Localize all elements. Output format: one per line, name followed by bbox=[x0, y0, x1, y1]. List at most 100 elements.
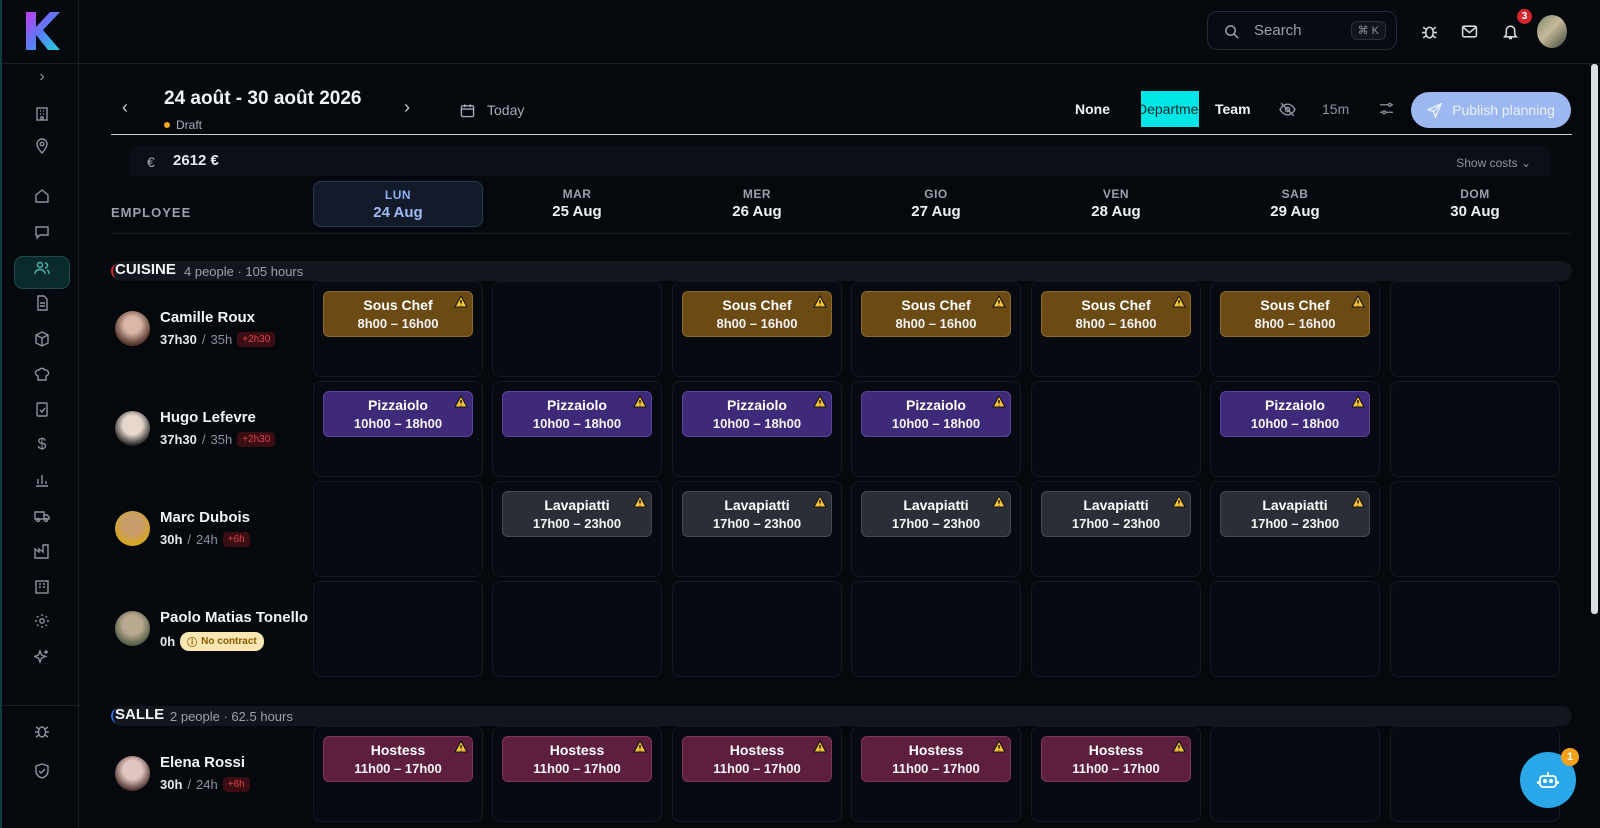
app-logo[interactable] bbox=[24, 12, 60, 50]
schedule-cell[interactable]: Lavapiatti 17h00 – 23h00 bbox=[851, 481, 1021, 577]
chef-hat-icon[interactable] bbox=[31, 363, 53, 385]
users-icon[interactable] bbox=[31, 257, 53, 279]
day-header-4[interactable]: VEN 28 Aug bbox=[1031, 181, 1201, 227]
schedule-cell[interactable] bbox=[1390, 281, 1560, 377]
expand-sidebar-icon[interactable]: › bbox=[31, 66, 53, 88]
schedule-cell[interactable]: Sous Chef 8h00 – 16h00 bbox=[1031, 281, 1201, 377]
department-row[interactable]: CUISINE 4 people · 105 hours bbox=[111, 261, 1572, 281]
bug-report-icon[interactable] bbox=[1418, 20, 1440, 42]
group-by-team[interactable]: Team bbox=[1215, 91, 1251, 127]
department-row[interactable]: SALLE 2 people · 62.5 hours bbox=[111, 706, 1572, 726]
search-box[interactable]: Search ⌘ K bbox=[1207, 11, 1397, 50]
schedule-cell[interactable] bbox=[1031, 381, 1201, 477]
schedule-cell[interactable]: Hostess 11h00 – 17h00 bbox=[672, 726, 842, 822]
schedule-cell[interactable]: Lavapiatti 17h00 – 23h00 bbox=[1031, 481, 1201, 577]
schedule-cell[interactable]: Sous Chef 8h00 – 16h00 bbox=[1210, 281, 1380, 377]
schedule-cell[interactable]: Lavapiatti 17h00 – 23h00 bbox=[672, 481, 842, 577]
bar-chart-icon[interactable] bbox=[31, 469, 53, 491]
dollar-icon[interactable]: $ bbox=[31, 434, 53, 456]
schedule-cell[interactable]: Hostess 11h00 – 17h00 bbox=[1031, 726, 1201, 822]
day-header-3[interactable]: GIO 27 Aug bbox=[851, 181, 1021, 227]
notifications-bell-icon[interactable] bbox=[1499, 20, 1521, 42]
home-icon[interactable] bbox=[31, 185, 53, 207]
day-header-5[interactable]: SAB 29 Aug bbox=[1210, 181, 1380, 227]
day-header-0[interactable]: LUN 24 Aug bbox=[313, 181, 483, 227]
show-costs-toggle[interactable]: Show costs ⌄ bbox=[1456, 156, 1531, 170]
schedule-cell[interactable] bbox=[1031, 581, 1201, 677]
location-pin-icon[interactable] bbox=[31, 135, 53, 157]
schedule-cell[interactable]: Pizzaiolo 10h00 – 18h00 bbox=[492, 381, 662, 477]
schedule-cell[interactable]: Pizzaiolo 10h00 – 18h00 bbox=[313, 381, 483, 477]
employee-info[interactable]: Marc Dubois 30h / 24h +6h bbox=[115, 501, 315, 561]
employee-info[interactable]: Paolo Matias Tonello 0h ⓘ No contract bbox=[115, 601, 315, 661]
shift-card[interactable]: Sous Chef 8h00 – 16h00 bbox=[861, 291, 1011, 337]
schedule-cell[interactable]: Lavapiatti 17h00 – 23h00 bbox=[1210, 481, 1380, 577]
shift-card[interactable]: Sous Chef 8h00 – 16h00 bbox=[682, 291, 832, 337]
clipboard-check-icon[interactable] bbox=[31, 398, 53, 420]
schedule-cell[interactable]: Pizzaiolo 10h00 – 18h00 bbox=[1210, 381, 1380, 477]
employee-info[interactable]: Camille Roux 37h30 / 35h +2h30 bbox=[115, 301, 315, 361]
publish-planning-button[interactable]: Publish planning bbox=[1411, 92, 1571, 128]
shift-card[interactable]: Sous Chef 8h00 – 16h00 bbox=[1041, 291, 1191, 337]
schedule-cell[interactable] bbox=[672, 581, 842, 677]
shift-card[interactable]: Sous Chef 8h00 – 16h00 bbox=[1220, 291, 1370, 337]
settings-gear-icon[interactable] bbox=[31, 610, 53, 632]
schedule-cell[interactable] bbox=[492, 281, 662, 377]
box-icon[interactable] bbox=[31, 328, 53, 350]
shift-card[interactable]: Sous Chef 8h00 – 16h00 bbox=[323, 291, 473, 337]
next-week-button[interactable]: › bbox=[404, 97, 410, 118]
sparkles-icon[interactable] bbox=[31, 646, 53, 668]
today-button[interactable]: Today bbox=[460, 102, 524, 118]
shift-card[interactable]: Pizzaiolo 10h00 – 18h00 bbox=[682, 391, 832, 437]
schedule-cell[interactable]: Hostess 11h00 – 17h00 bbox=[313, 726, 483, 822]
schedule-cell[interactable] bbox=[851, 581, 1021, 677]
schedule-cell[interactable] bbox=[492, 581, 662, 677]
group-by-department[interactable]: Department bbox=[1141, 91, 1199, 127]
shift-card[interactable]: Hostess 11h00 – 17h00 bbox=[323, 736, 473, 782]
vertical-scrollbar[interactable] bbox=[1591, 64, 1598, 614]
shift-card[interactable]: Lavapiatti 17h00 – 23h00 bbox=[682, 491, 832, 537]
office-building-icon[interactable] bbox=[31, 575, 53, 597]
employee-info[interactable]: Hugo Lefevre 37h30 / 35h +2h30 bbox=[115, 401, 315, 461]
group-by-none[interactable]: None bbox=[1075, 91, 1110, 127]
shift-card[interactable]: Pizzaiolo 10h00 – 18h00 bbox=[323, 391, 473, 437]
filters-sliders-icon[interactable] bbox=[1379, 101, 1394, 119]
schedule-cell[interactable] bbox=[1390, 481, 1560, 577]
shift-card[interactable]: Lavapiatti 17h00 – 23h00 bbox=[861, 491, 1011, 537]
schedule-cell[interactable]: Pizzaiolo 10h00 – 18h00 bbox=[672, 381, 842, 477]
schedule-cell[interactable] bbox=[1210, 581, 1380, 677]
shift-card[interactable]: Hostess 11h00 – 17h00 bbox=[502, 736, 652, 782]
schedule-cell[interactable]: Pizzaiolo 10h00 – 18h00 bbox=[851, 381, 1021, 477]
schedule-cell[interactable] bbox=[1390, 381, 1560, 477]
document-icon[interactable] bbox=[31, 292, 53, 314]
shift-card[interactable]: Lavapiatti 17h00 – 23h00 bbox=[1041, 491, 1191, 537]
schedule-cell[interactable]: Sous Chef 8h00 – 16h00 bbox=[851, 281, 1021, 377]
chat-icon[interactable] bbox=[31, 221, 53, 243]
shift-card[interactable]: Lavapiatti 17h00 – 23h00 bbox=[1220, 491, 1370, 537]
schedule-cell[interactable]: Lavapiatti 17h00 – 23h00 bbox=[492, 481, 662, 577]
factory-icon[interactable] bbox=[31, 540, 53, 562]
previous-week-button[interactable]: ‹ bbox=[122, 97, 128, 118]
schedule-cell[interactable]: Sous Chef 8h00 – 16h00 bbox=[313, 281, 483, 377]
interval-selector[interactable]: 15m bbox=[1322, 101, 1349, 117]
schedule-cell[interactable] bbox=[1210, 726, 1380, 822]
shift-card[interactable]: Pizzaiolo 10h00 – 18h00 bbox=[502, 391, 652, 437]
shift-card[interactable]: Hostess 11h00 – 17h00 bbox=[682, 736, 832, 782]
bug-icon[interactable] bbox=[31, 720, 53, 742]
schedule-cell[interactable] bbox=[1390, 581, 1560, 677]
day-header-6[interactable]: DOM 30 Aug bbox=[1390, 181, 1560, 227]
shift-card[interactable]: Pizzaiolo 10h00 – 18h00 bbox=[861, 391, 1011, 437]
day-header-2[interactable]: MER 26 Aug bbox=[672, 181, 842, 227]
day-header-1[interactable]: MAR 25 Aug bbox=[492, 181, 662, 227]
shift-card[interactable]: Lavapiatti 17h00 – 23h00 bbox=[502, 491, 652, 537]
shield-check-icon[interactable] bbox=[31, 760, 53, 782]
truck-icon[interactable] bbox=[31, 505, 53, 527]
hide-visibility-icon[interactable] bbox=[1279, 101, 1296, 121]
schedule-cell[interactable]: Sous Chef 8h00 – 16h00 bbox=[672, 281, 842, 377]
schedule-cell[interactable]: Hostess 11h00 – 17h00 bbox=[851, 726, 1021, 822]
schedule-cell[interactable] bbox=[313, 581, 483, 677]
shift-card[interactable]: Pizzaiolo 10h00 – 18h00 bbox=[1220, 391, 1370, 437]
building-icon[interactable] bbox=[31, 103, 53, 125]
schedule-cell[interactable]: Hostess 11h00 – 17h00 bbox=[492, 726, 662, 822]
shift-card[interactable]: Hostess 11h00 – 17h00 bbox=[1041, 736, 1191, 782]
